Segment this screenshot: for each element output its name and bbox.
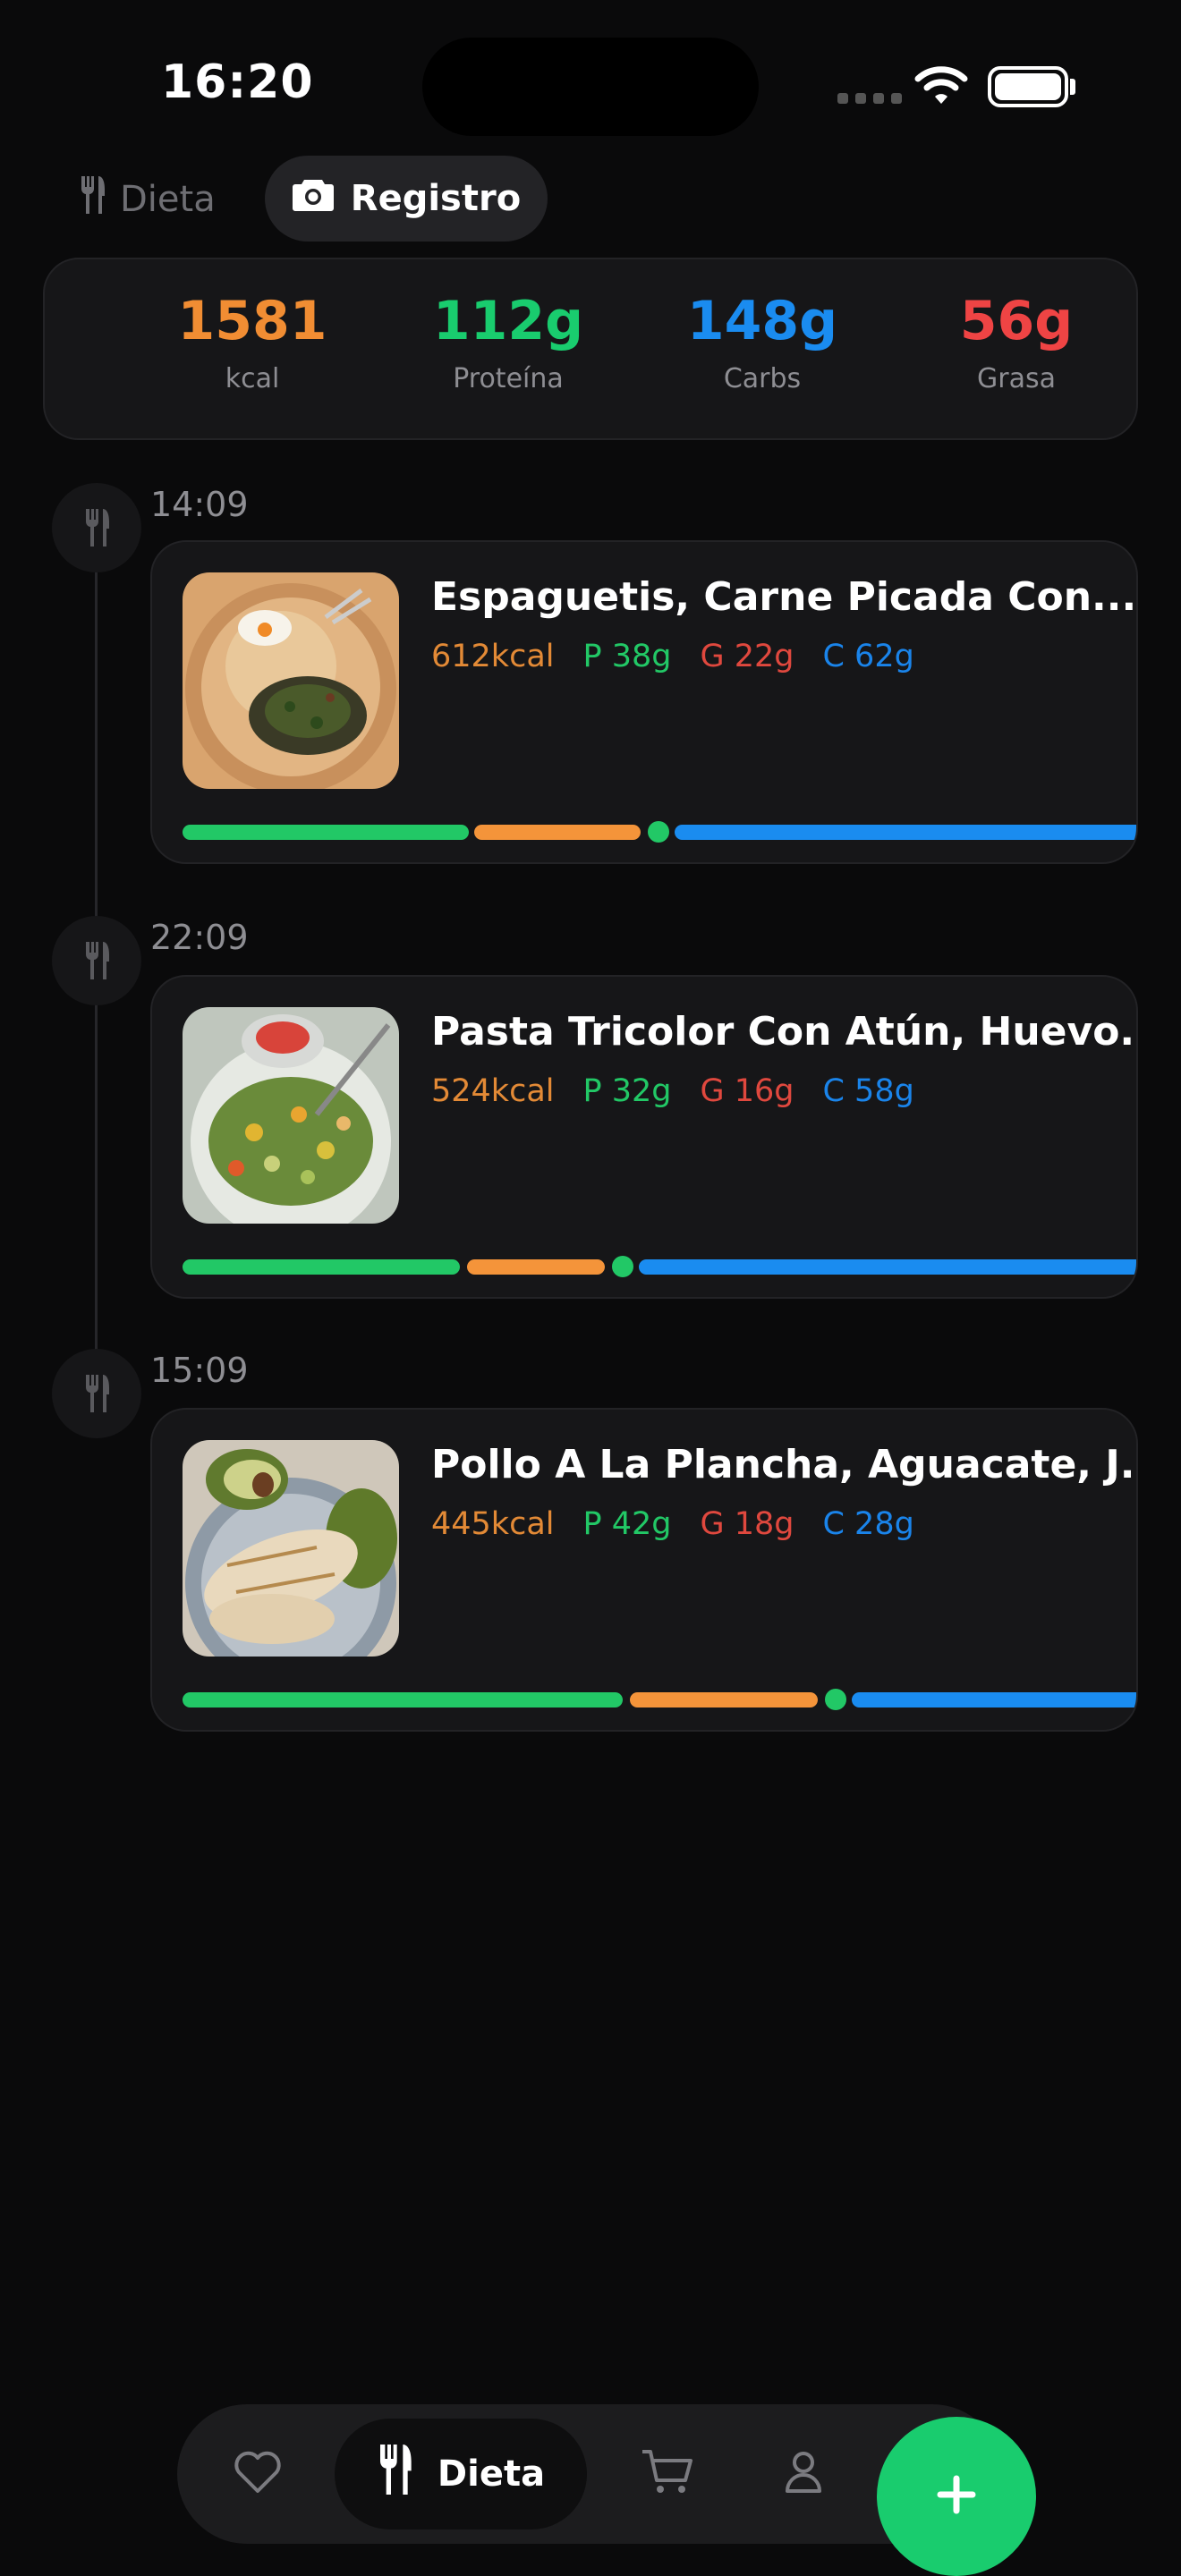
timeline-fork-knife-icon <box>52 916 141 1005</box>
meal-card[interactable]: Espaguetis, Carne Picada Con... 612kcal … <box>150 540 1138 864</box>
carbs-bar <box>639 1259 1136 1275</box>
meal-fat: G 22g <box>700 639 794 674</box>
meal-title: Pollo A La Plancha, Aguacate, J... <box>431 1442 1138 1487</box>
daily-summary-card: 1581 kcal 112g Proteína 148g Carbs 56g G… <box>43 258 1138 440</box>
tab-dieta-label: Dieta <box>120 179 216 220</box>
meal-time: 15:09 <box>150 1351 249 1390</box>
nav-dieta-label: Dieta <box>437 2453 546 2495</box>
meal-protein: P 38g <box>582 639 672 674</box>
summary-protein-value: 112g <box>432 290 584 352</box>
meal-carbs: C 62g <box>822 639 914 674</box>
protein-bar <box>183 825 469 840</box>
meal-title: Pasta Tricolor Con Atún, Huevo... <box>431 1009 1138 1055</box>
meal-card[interactable]: Pasta Tricolor Con Atún, Huevo... 524kca… <box>150 975 1138 1299</box>
summary-carbs-value: 148g <box>686 290 838 352</box>
heart-icon <box>233 2450 283 2498</box>
timeline-fork-knife-icon <box>52 483 141 572</box>
meal-photo <box>183 1007 399 1224</box>
meal-time: 22:09 <box>150 918 249 957</box>
camera-icon <box>292 176 335 221</box>
summary-fat-label: Grasa <box>977 363 1056 394</box>
carbs-bar <box>675 825 1136 840</box>
summary-carbs-label: Carbs <box>723 363 802 394</box>
meal-title: Espaguetis, Carne Picada Con... <box>431 574 1137 620</box>
protein-bar <box>183 1692 623 1707</box>
summary-protein-label: Proteína <box>453 363 564 394</box>
person-icon <box>784 2450 823 2498</box>
summary-fat: 56g Grasa <box>882 290 1151 394</box>
meal-macros: 612kcal P 38g G 22g C 62g <box>431 639 914 674</box>
meal-macros: 524kcal P 32g G 16g C 58g <box>431 1073 914 1109</box>
fork-knife-icon <box>79 174 106 225</box>
meal-protein: P 32g <box>582 1073 672 1109</box>
fat-bar <box>474 825 641 840</box>
dynamic-island <box>422 38 759 136</box>
wifi-icon <box>914 64 968 109</box>
carbs-bar <box>852 1692 1136 1707</box>
meal-protein: P 42g <box>582 1506 672 1542</box>
meal-carbs: C 28g <box>822 1506 914 1542</box>
tab-registro[interactable]: Registro <box>265 156 548 242</box>
meal-kcal: 524kcal <box>431 1073 555 1109</box>
nav-dieta[interactable]: Dieta <box>335 2419 587 2529</box>
tab-dieta[interactable]: Dieta <box>79 157 216 242</box>
meal-fat: G 18g <box>700 1506 794 1542</box>
summary-fat-value: 56g <box>959 290 1074 352</box>
meal-photo <box>183 1440 399 1657</box>
nav-profile[interactable] <box>768 2438 839 2510</box>
meal-macros: 445kcal P 42g G 18g C 28g <box>431 1506 914 1542</box>
summary-protein: 112g Proteína <box>374 290 642 394</box>
meal-kcal: 445kcal <box>431 1506 555 1542</box>
meal-kcal: 612kcal <box>431 639 555 674</box>
macro-marker-dot <box>825 1689 846 1710</box>
add-meal-button[interactable] <box>877 2417 1036 2576</box>
cellular-signal-icon <box>837 93 902 104</box>
plus-icon <box>935 2473 978 2520</box>
meal-fat: G 16g <box>700 1073 794 1109</box>
meal-carbs: C 58g <box>822 1073 914 1109</box>
tab-registro-label: Registro <box>350 178 522 219</box>
summary-kcal-label: kcal <box>225 363 280 394</box>
summary-kcal: 1581 kcal <box>118 290 387 394</box>
timeline-fork-knife-icon <box>52 1349 141 1438</box>
meal-card[interactable]: Pollo A La Plancha, Aguacate, J... 445kc… <box>150 1408 1138 1732</box>
macro-marker-dot <box>648 821 669 843</box>
meal-photo <box>183 572 399 789</box>
battery-icon <box>988 66 1068 107</box>
protein-bar <box>183 1259 460 1275</box>
bottom-nav: Dieta <box>177 2404 1002 2544</box>
meal-time: 14:09 <box>150 485 249 524</box>
cart-icon <box>640 2447 695 2501</box>
fat-bar <box>467 1259 605 1275</box>
nav-health[interactable] <box>222 2438 293 2510</box>
fat-bar <box>630 1692 818 1707</box>
nav-cart[interactable] <box>632 2438 703 2510</box>
summary-carbs: 148g Carbs <box>628 290 896 394</box>
macro-marker-dot <box>612 1256 633 1277</box>
status-time: 16:20 <box>161 55 314 109</box>
fork-knife-icon <box>377 2441 412 2507</box>
summary-kcal-value: 1581 <box>177 290 327 352</box>
